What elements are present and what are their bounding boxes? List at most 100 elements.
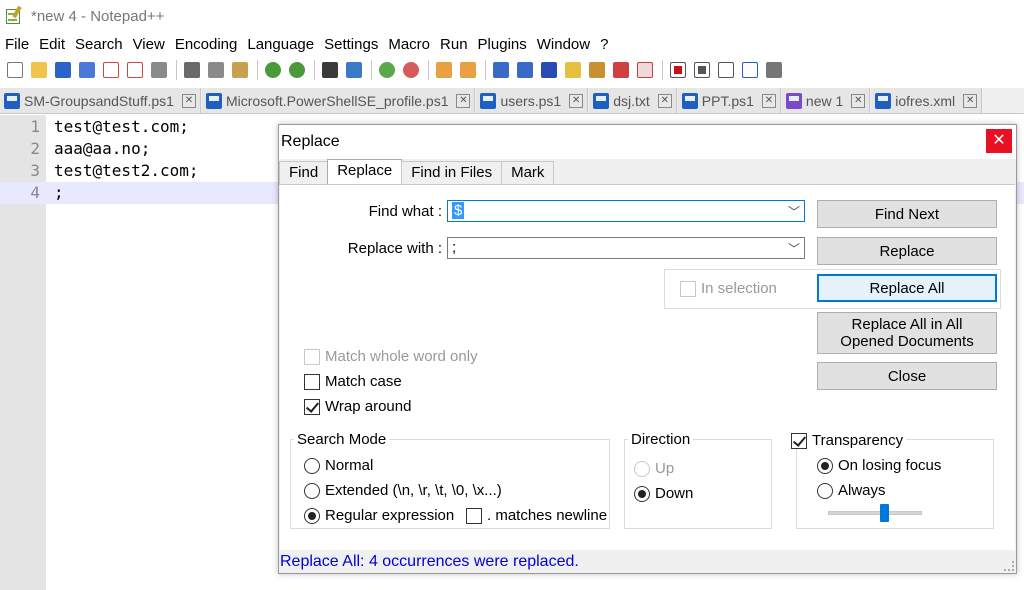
match-whole-word-checkbox[interactable] bbox=[304, 348, 320, 365]
matches-newline-row[interactable]: . matches newline bbox=[466, 507, 607, 524]
record-macro-icon[interactable] bbox=[667, 59, 689, 81]
menu-run[interactable]: Run bbox=[435, 36, 473, 53]
print-icon[interactable] bbox=[148, 59, 170, 81]
transparency-slider[interactable] bbox=[828, 504, 922, 522]
direction-up-radio[interactable] bbox=[634, 460, 650, 477]
cut-icon[interactable] bbox=[181, 59, 203, 81]
tab-close-icon[interactable]: ✕ bbox=[181, 93, 196, 108]
match-case-checkbox[interactable] bbox=[304, 373, 320, 390]
search-mode-regex-row[interactable]: Regular expression bbox=[304, 507, 454, 524]
menu-settings[interactable]: Settings bbox=[319, 36, 383, 53]
menu-search[interactable]: Search bbox=[70, 36, 128, 53]
menu-help[interactable]: ? bbox=[595, 36, 613, 53]
menu-macro[interactable]: Macro bbox=[383, 36, 435, 53]
sync-vertical-icon[interactable] bbox=[433, 59, 455, 81]
save-macro-icon[interactable] bbox=[763, 59, 785, 81]
run-macro-multiple-icon[interactable] bbox=[739, 59, 761, 81]
direction-down-radio[interactable] bbox=[634, 485, 650, 502]
search-mode-regex-radio[interactable] bbox=[304, 507, 320, 524]
sync-horizontal-icon[interactable] bbox=[457, 59, 479, 81]
save-all-icon[interactable] bbox=[76, 59, 98, 81]
transparency-losing-focus-radio[interactable] bbox=[817, 457, 833, 474]
function-list-icon[interactable] bbox=[586, 59, 608, 81]
wrap-around-checkbox[interactable] bbox=[304, 398, 320, 415]
save-icon[interactable] bbox=[52, 59, 74, 81]
replace-icon[interactable] bbox=[343, 59, 365, 81]
tab-close-icon[interactable]: ✕ bbox=[569, 93, 584, 108]
document-tab[interactable]: new 1 ✕ bbox=[781, 88, 871, 113]
menu-plugins[interactable]: Plugins bbox=[473, 36, 532, 53]
search-mode-extended-row[interactable]: Extended (\n, \r, \t, \0, \x...) bbox=[304, 482, 502, 499]
transparency-always-row[interactable]: Always bbox=[817, 482, 886, 499]
show-all-chars-icon[interactable] bbox=[514, 59, 536, 81]
tab-find[interactable]: Find bbox=[279, 161, 329, 185]
in-selection-checkbox[interactable] bbox=[680, 280, 696, 297]
menu-language[interactable]: Language bbox=[242, 36, 319, 53]
menu-view[interactable]: View bbox=[128, 36, 170, 53]
new-file-icon[interactable] bbox=[4, 59, 26, 81]
dialog-title-bar[interactable]: Replace ✕ bbox=[279, 125, 1016, 159]
resize-grip-icon[interactable] bbox=[1004, 561, 1014, 571]
play-macro-icon[interactable] bbox=[715, 59, 737, 81]
tab-mark[interactable]: Mark bbox=[501, 161, 555, 185]
matches-newline-checkbox[interactable] bbox=[466, 507, 482, 524]
direction-down-row[interactable]: Down bbox=[634, 485, 693, 502]
document-tab[interactable]: SM-GroupsandStuff.ps1 ✕ bbox=[0, 88, 201, 113]
word-wrap-icon[interactable] bbox=[490, 59, 512, 81]
dialog-close-icon[interactable]: ✕ bbox=[986, 129, 1012, 153]
wrap-around-row[interactable]: Wrap around bbox=[304, 398, 411, 415]
zoom-in-icon[interactable] bbox=[376, 59, 398, 81]
doc-map-icon[interactable] bbox=[562, 59, 584, 81]
menu-encoding[interactable]: Encoding bbox=[170, 36, 243, 53]
document-tab[interactable]: Microsoft.PowerShellSE_profile.ps1 ✕ bbox=[201, 88, 476, 113]
transparency-row[interactable]: Transparency bbox=[788, 432, 907, 449]
zoom-out-icon[interactable] bbox=[400, 59, 422, 81]
find-what-combo[interactable]: $ ﹀ bbox=[447, 200, 805, 222]
close-icon[interactable] bbox=[100, 59, 122, 81]
tab-close-icon[interactable]: ✕ bbox=[851, 93, 866, 108]
tab-find-in-files[interactable]: Find in Files bbox=[401, 161, 503, 185]
document-tab[interactable]: PPT.ps1 ✕ bbox=[677, 88, 781, 113]
menu-window[interactable]: Window bbox=[532, 36, 595, 53]
tab-close-icon[interactable]: ✕ bbox=[761, 93, 776, 108]
replace-all-opened-button[interactable]: Replace All in All Opened Documents bbox=[817, 312, 997, 354]
chevron-down-icon[interactable]: ﹀ bbox=[788, 202, 800, 222]
close-button[interactable]: Close bbox=[817, 362, 997, 390]
match-whole-word-row[interactable]: Match whole word only bbox=[304, 348, 478, 365]
search-mode-extended-radio[interactable] bbox=[304, 482, 320, 499]
tab-close-icon[interactable]: ✕ bbox=[963, 93, 978, 108]
folder-workspace-icon[interactable] bbox=[610, 59, 632, 81]
stop-macro-icon[interactable] bbox=[691, 59, 713, 81]
redo-icon[interactable] bbox=[286, 59, 308, 81]
monitoring-icon[interactable] bbox=[634, 59, 656, 81]
direction-up-row[interactable]: Up bbox=[634, 460, 674, 477]
replace-with-combo[interactable]: ; ﹀ bbox=[447, 237, 805, 259]
transparency-always-radio[interactable] bbox=[817, 482, 833, 499]
paste-icon[interactable] bbox=[229, 59, 251, 81]
find-icon[interactable] bbox=[319, 59, 341, 81]
tab-close-icon[interactable]: ✕ bbox=[657, 93, 672, 108]
menu-file[interactable]: File bbox=[0, 36, 34, 53]
search-mode-normal-radio[interactable] bbox=[304, 457, 320, 474]
chevron-down-icon[interactable]: ﹀ bbox=[788, 239, 800, 259]
transparency-losing-focus-row[interactable]: On losing focus bbox=[817, 457, 941, 474]
document-tab[interactable]: users.ps1 ✕ bbox=[476, 88, 589, 113]
copy-icon[interactable] bbox=[205, 59, 227, 81]
replace-all-button[interactable]: Replace All bbox=[817, 274, 997, 302]
match-case-row[interactable]: Match case bbox=[304, 373, 402, 390]
menu-edit[interactable]: Edit bbox=[34, 36, 70, 53]
slider-thumb[interactable] bbox=[880, 504, 890, 522]
close-all-icon[interactable] bbox=[124, 59, 146, 81]
undo-icon[interactable] bbox=[262, 59, 284, 81]
document-tab[interactable]: dsj.txt ✕ bbox=[589, 88, 677, 113]
document-tab[interactable]: iofres.xml ✕ bbox=[871, 88, 983, 113]
in-selection-checkbox-row[interactable]: In selection bbox=[680, 280, 777, 297]
open-file-icon[interactable] bbox=[28, 59, 50, 81]
replace-button[interactable]: Replace bbox=[817, 237, 997, 265]
search-mode-normal-row[interactable]: Normal bbox=[304, 457, 373, 474]
transparency-checkbox[interactable] bbox=[791, 432, 807, 449]
find-next-button[interactable]: Find Next bbox=[817, 200, 997, 228]
tab-close-icon[interactable]: ✕ bbox=[456, 93, 471, 108]
tab-replace[interactable]: Replace bbox=[327, 159, 403, 185]
indent-guide-icon[interactable] bbox=[538, 59, 560, 81]
